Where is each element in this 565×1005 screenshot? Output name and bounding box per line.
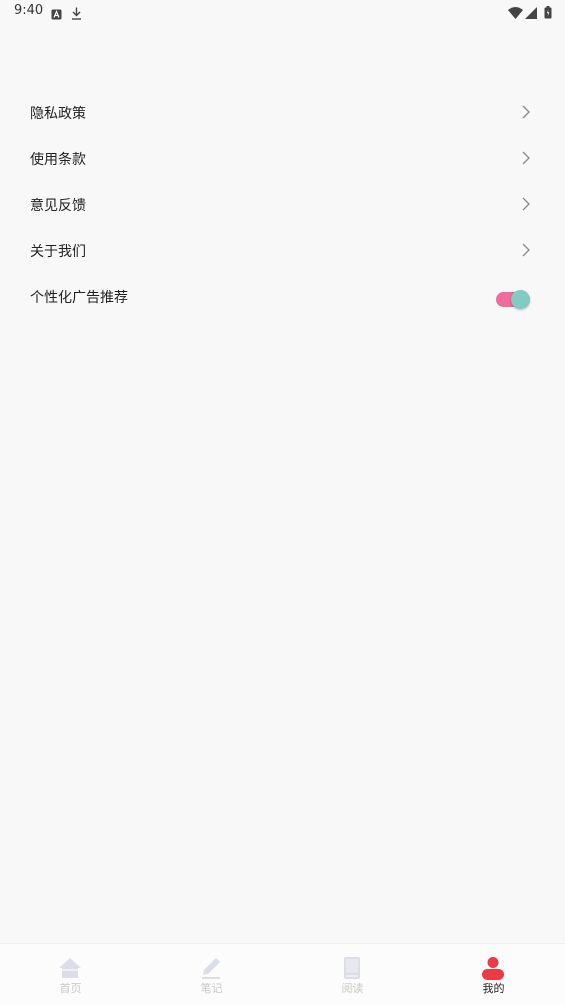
nav-label: 我的 bbox=[482, 982, 505, 995]
settings-menu: 隐私政策 使用条款 意见反馈 关于我们 个性化广告推荐 bbox=[0, 89, 565, 325]
nav-tab-reading[interactable]: 阅读 bbox=[282, 944, 423, 1005]
download-icon bbox=[71, 5, 82, 24]
menu-item-personalized-ads: 个性化广告推荐 bbox=[0, 273, 565, 325]
status-bar: 9:40 bbox=[0, 0, 565, 24]
chevron-right-icon bbox=[518, 242, 532, 258]
nav-tab-mine[interactable]: 我的 bbox=[423, 944, 564, 1005]
menu-item-label: 使用条款 bbox=[30, 152, 86, 168]
user-icon bbox=[481, 956, 505, 980]
notification-a-icon bbox=[51, 5, 62, 24]
nav-label: 首页 bbox=[59, 982, 82, 995]
chevron-right-icon bbox=[518, 196, 532, 212]
personalized-ads-toggle[interactable] bbox=[496, 288, 532, 310]
wifi-icon bbox=[508, 4, 523, 23]
menu-item-label: 关于我们 bbox=[30, 244, 86, 260]
menu-item-privacy-policy[interactable]: 隐私政策 bbox=[0, 89, 565, 135]
battery-icon bbox=[544, 4, 552, 23]
menu-item-terms-of-use[interactable]: 使用条款 bbox=[0, 135, 565, 181]
chevron-right-icon bbox=[518, 150, 532, 166]
nav-tab-notes[interactable]: 笔记 bbox=[141, 944, 282, 1005]
nav-tab-home[interactable]: 首页 bbox=[0, 944, 141, 1005]
menu-item-feedback[interactable]: 意见反馈 bbox=[0, 181, 565, 227]
menu-item-label: 隐私政策 bbox=[30, 106, 86, 122]
home-icon bbox=[58, 956, 82, 980]
menu-item-label: 个性化广告推荐 bbox=[30, 290, 128, 306]
nav-label: 阅读 bbox=[341, 982, 364, 995]
bottom-nav: 首页 笔记 阅读 我的 bbox=[0, 943, 565, 1005]
chevron-right-icon bbox=[518, 104, 532, 120]
book-icon bbox=[340, 956, 364, 980]
pencil-icon bbox=[199, 956, 223, 980]
menu-item-about-us[interactable]: 关于我们 bbox=[0, 227, 565, 273]
status-time: 9:40 bbox=[14, 3, 44, 18]
cellular-signal-icon bbox=[525, 4, 537, 23]
nav-label: 笔记 bbox=[200, 982, 223, 995]
menu-item-label: 意见反馈 bbox=[30, 198, 86, 214]
toggle-knob bbox=[511, 290, 530, 309]
